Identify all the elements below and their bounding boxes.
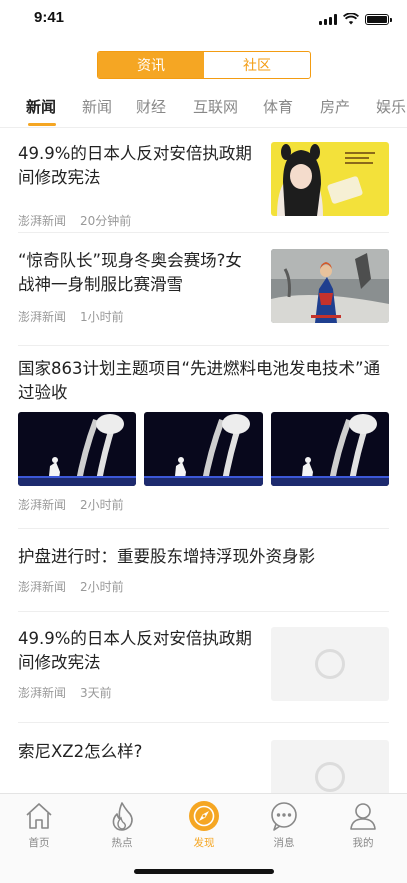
nav-label: 消息 <box>273 837 295 849</box>
news-time: 3天前 <box>80 686 112 700</box>
status-icons <box>319 13 392 25</box>
news-thumbnail <box>271 412 389 486</box>
user-icon <box>350 803 376 830</box>
nav-label: 我的 <box>352 837 374 849</box>
news-item[interactable]: 索尼XZ2怎么样? <box>18 740 389 793</box>
news-time: 20分钟前 <box>80 214 132 228</box>
news-item[interactable]: 护盘进行时：重要股东增持浮现外资身影 澎湃新闻 2小时前 <box>18 545 389 605</box>
tab-news[interactable]: 新闻 <box>82 96 112 117</box>
news-title: 护盘进行时：重要股东增持浮现外资身影 <box>18 547 315 566</box>
loading-ring-icon <box>315 762 345 792</box>
tab-indicator <box>28 123 56 126</box>
news-meta: 澎湃新闻 2小时前 <box>18 496 124 513</box>
news-title: 索尼XZ2怎么样? <box>18 742 143 761</box>
compass-icon <box>189 801 219 831</box>
status-time: 9:41 <box>34 9 65 26</box>
nav-hot[interactable]: 热点 <box>92 800 152 850</box>
tab-sports[interactable]: 体育 <box>263 96 293 117</box>
item-divider <box>18 611 389 612</box>
loading-ring-icon <box>315 649 345 679</box>
news-title: “惊奇队长”现身冬奥会赛场?女战神一身制服比赛滑雪 <box>18 251 242 294</box>
news-time: 2小时前 <box>80 498 124 512</box>
message-icon <box>271 802 297 831</box>
segment-community[interactable]: 社区 <box>204 52 310 78</box>
nav-label: 热点 <box>111 837 133 849</box>
item-divider <box>18 232 389 233</box>
category-tabs: 新闻 新闻 财经 互联网 体育 房产 娱乐 <box>0 90 407 128</box>
tab-finance[interactable]: 财经 <box>136 96 166 117</box>
news-time: 2小时前 <box>80 580 124 594</box>
news-meta: 澎湃新闻 2小时前 <box>18 578 124 595</box>
tab-news-active[interactable]: 新闻 <box>26 96 56 117</box>
home-icon <box>26 803 52 829</box>
news-thumbnail <box>271 249 389 323</box>
news-source: 澎湃新闻 <box>18 310 67 324</box>
news-title: 49.9%的日本人反对安倍执政期间修改宪法 <box>18 144 252 187</box>
news-thumbnail <box>18 412 136 486</box>
news-source: 澎湃新闻 <box>18 214 67 228</box>
news-source: 澎湃新闻 <box>18 498 67 512</box>
status-bar: 9:41 <box>0 0 407 40</box>
news-item[interactable]: 49.9%的日本人反对安倍执政期间修改宪法 澎湃新闻 20分钟前 <box>18 142 389 232</box>
segment-control: 资讯 社区 <box>97 51 311 79</box>
news-time: 1小时前 <box>80 310 124 324</box>
cellular-signal-icon <box>319 13 337 25</box>
item-divider <box>18 528 389 529</box>
news-source: 澎湃新闻 <box>18 580 67 594</box>
segment-news[interactable]: 资讯 <box>98 52 204 78</box>
nav-discover[interactable]: 发现 <box>174 800 234 850</box>
item-divider <box>18 345 389 346</box>
news-item[interactable]: 49.9%的日本人反对安倍执政期间修改宪法 澎湃新闻 3天前 <box>18 627 389 707</box>
news-title: 国家863计划主题项目“先进燃料电池发电技术”通过验收 <box>18 359 381 402</box>
news-feed: 49.9%的日本人反对安倍执政期间修改宪法 澎湃新闻 20分钟前 “惊奇队长”现… <box>0 128 407 793</box>
battery-icon <box>365 13 392 25</box>
news-item[interactable]: 国家863计划主题项目“先进燃料电池发电技术”通过验收 澎湃新闻 2小时前 <box>18 357 389 517</box>
image-placeholder <box>271 627 389 701</box>
home-indicator <box>134 869 274 874</box>
image-placeholder <box>271 740 389 793</box>
news-title: 49.9%的日本人反对安倍执政期间修改宪法 <box>18 629 252 672</box>
wifi-icon <box>343 13 359 25</box>
news-meta: 澎湃新闻 20分钟前 <box>18 212 131 229</box>
item-divider <box>18 722 389 723</box>
flame-icon <box>112 802 133 831</box>
nav-label: 发现 <box>193 837 215 849</box>
nav-label: 首页 <box>28 837 50 849</box>
tab-entertainment[interactable]: 娱乐 <box>376 96 406 117</box>
news-source: 澎湃新闻 <box>18 686 67 700</box>
news-thumbnail <box>271 142 389 216</box>
news-item[interactable]: “惊奇队长”现身冬奥会赛场?女战神一身制服比赛滑雪 澎湃新闻 1小时前 <box>18 249 389 329</box>
tab-realestate[interactable]: 房产 <box>320 96 350 117</box>
nav-messages[interactable]: 消息 <box>254 800 314 850</box>
news-thumbnail <box>144 412 263 486</box>
news-meta: 澎湃新闻 3天前 <box>18 684 112 701</box>
news-meta: 澎湃新闻 1小时前 <box>18 308 124 325</box>
nav-profile[interactable]: 我的 <box>333 800 393 850</box>
nav-home[interactable]: 首页 <box>9 800 69 850</box>
tab-internet[interactable]: 互联网 <box>193 96 238 117</box>
